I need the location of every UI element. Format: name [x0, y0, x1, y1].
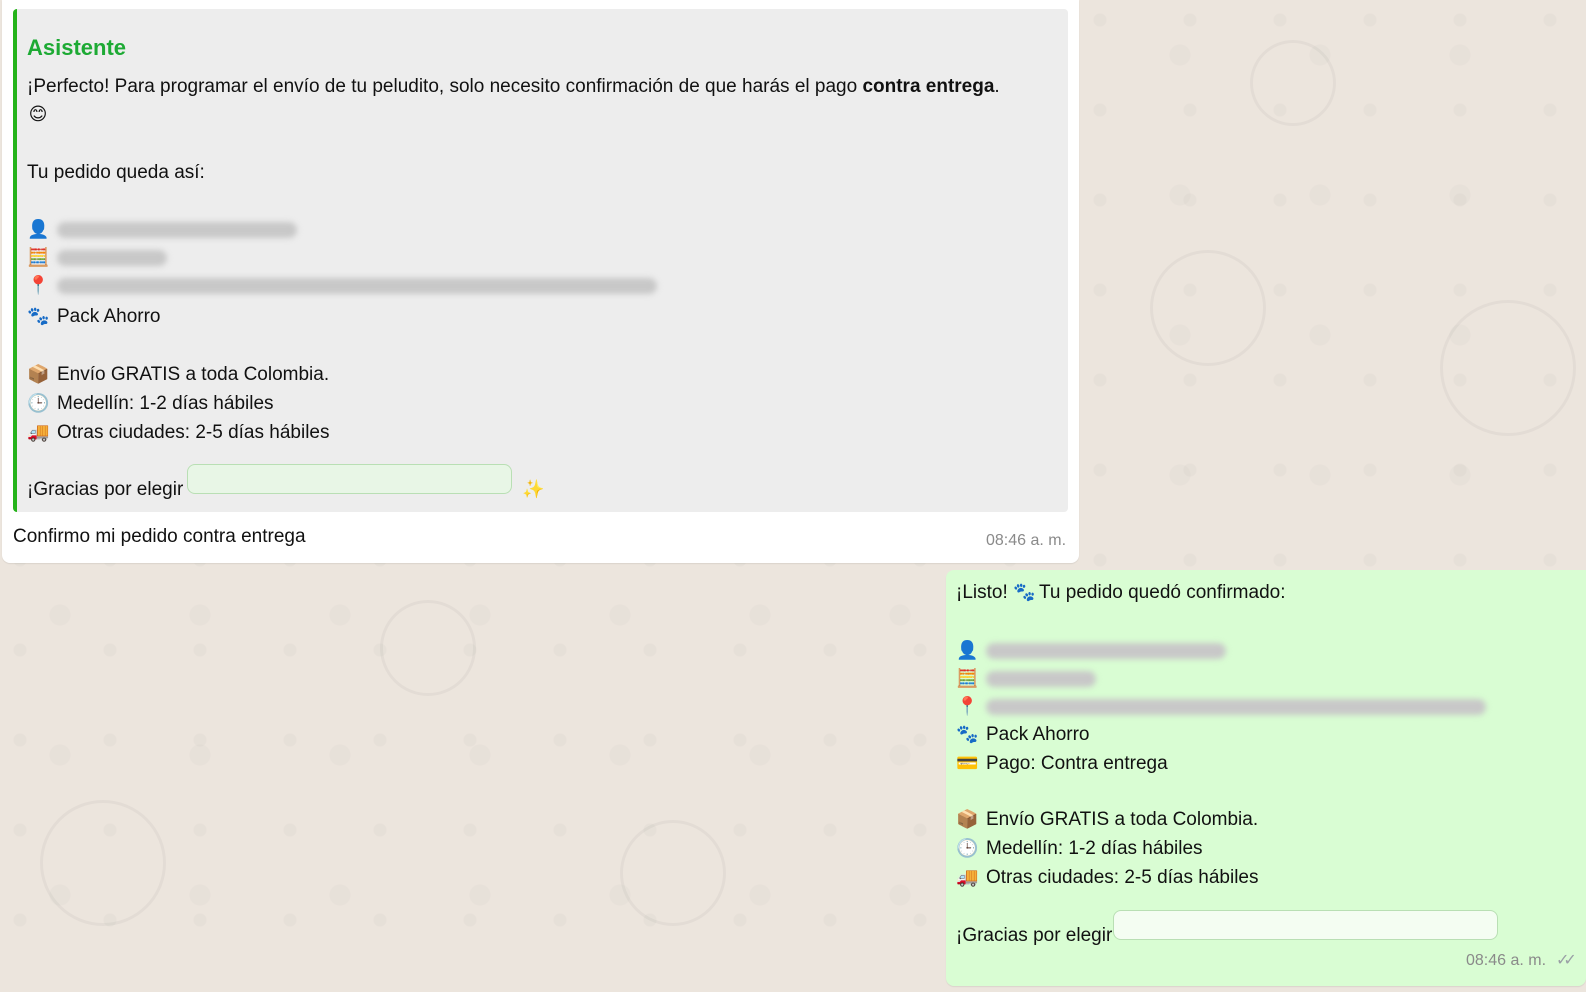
clock-icon: 🕒 — [27, 393, 50, 414]
wallpaper-doodle — [1150, 250, 1266, 366]
incoming-message-bubble[interactable]: Asistente ¡Perfecto! Para programar el e… — [2, 0, 1079, 563]
redacted-phone — [986, 670, 1096, 687]
smiling-face-icon: 😊 — [28, 104, 48, 125]
sparkles-emoji: ✨ — [522, 479, 552, 501]
package-icon: 📦 — [956, 809, 979, 830]
customer-phone-row: 🧮 — [956, 668, 1096, 690]
customer-name-row: 👤 — [956, 640, 1226, 662]
quote-intro: ¡Perfecto! Para programar el envío de tu… — [27, 76, 1000, 97]
sparkles-icon: ✨ — [522, 479, 545, 500]
outgoing-message-bubble[interactable]: ¡Listo! 🐾 Tu pedido quedó confirmado: 👤 🧮… — [946, 570, 1586, 986]
thanks-row: ¡Gracias por elegir — [27, 479, 184, 500]
product-row: 🐾 Pack Ahorro — [27, 306, 161, 327]
product-row: 🐾 Pack Ahorro — [956, 724, 1090, 745]
clock-icon: 🕒 — [956, 838, 979, 859]
reply-text: Confirmo mi pedido contra entrega — [13, 526, 306, 547]
medellin-row: 🕒 Medellín: 1-2 días hábiles — [27, 393, 274, 414]
customer-name-row: 👤 — [27, 219, 297, 241]
redacted-address — [986, 698, 1486, 715]
redacted-address — [57, 277, 657, 294]
shipping-row: 📦 Envío GRATIS a toda Colombia. — [956, 809, 1259, 830]
payment-row: 💳 Pago: Contra entrega — [956, 753, 1168, 774]
confirmation-heading: ¡Listo! 🐾 Tu pedido quedó confirmado: — [956, 582, 1286, 603]
quoted-message[interactable]: Asistente ¡Perfecto! Para programar el e… — [13, 9, 1068, 512]
pin-icon: 📍 — [27, 275, 50, 296]
wallpaper-doodle — [380, 600, 476, 696]
summary-heading: Tu pedido queda así: — [27, 162, 205, 183]
quote-author: Asistente — [27, 35, 127, 60]
abacus-icon: 🧮 — [956, 668, 979, 689]
customer-address-row: 📍 — [27, 275, 657, 297]
person-icon: 👤 — [956, 640, 979, 661]
shipping-row: 📦 Envío GRATIS a toda Colombia. — [27, 364, 330, 385]
other-cities-row: 🚚 Otras ciudades: 2-5 días hábiles — [27, 422, 330, 443]
wallpaper-doodle — [1250, 40, 1336, 126]
pin-icon: 📍 — [956, 696, 979, 717]
wallpaper-doodle — [40, 800, 166, 926]
paw-prints-icon: 🐾 — [956, 724, 979, 745]
customer-address-row: 📍 — [956, 696, 1486, 718]
person-icon: 👤 — [27, 219, 50, 240]
redacted-name — [57, 221, 297, 238]
paw-prints-icon: 🐾 — [27, 306, 50, 327]
redacted-name — [986, 642, 1226, 659]
customer-phone-row: 🧮 — [27, 247, 167, 269]
paw-prints-icon: 🐾 — [1013, 582, 1036, 603]
other-cities-row: 🚚 Otras ciudades: 2-5 días hábiles — [956, 867, 1259, 888]
redacted-phone — [57, 249, 167, 266]
thanks-row: ¡Gracias por elegir — [956, 925, 1113, 946]
abacus-icon: 🧮 — [27, 247, 50, 268]
outgoing-timestamp: 08:46 a. m. — [1466, 952, 1547, 969]
smile-emoji: 😊 — [27, 104, 57, 126]
redacted-brand-pill — [1113, 910, 1498, 940]
truck-icon: 🚚 — [956, 867, 979, 888]
medellin-row: 🕒 Medellín: 1-2 días hábiles — [956, 838, 1203, 859]
package-icon: 📦 — [27, 364, 50, 385]
credit-card-icon: 💳 — [956, 753, 979, 774]
double-check-icon: ✓✓ — [1556, 952, 1577, 969]
redacted-brand-pill — [187, 464, 512, 494]
truck-icon: 🚚 — [27, 422, 50, 443]
incoming-timestamp: 08:46 a. m. — [986, 532, 1067, 549]
wallpaper-doodle — [1440, 300, 1576, 436]
wallpaper-doodle — [620, 820, 726, 926]
